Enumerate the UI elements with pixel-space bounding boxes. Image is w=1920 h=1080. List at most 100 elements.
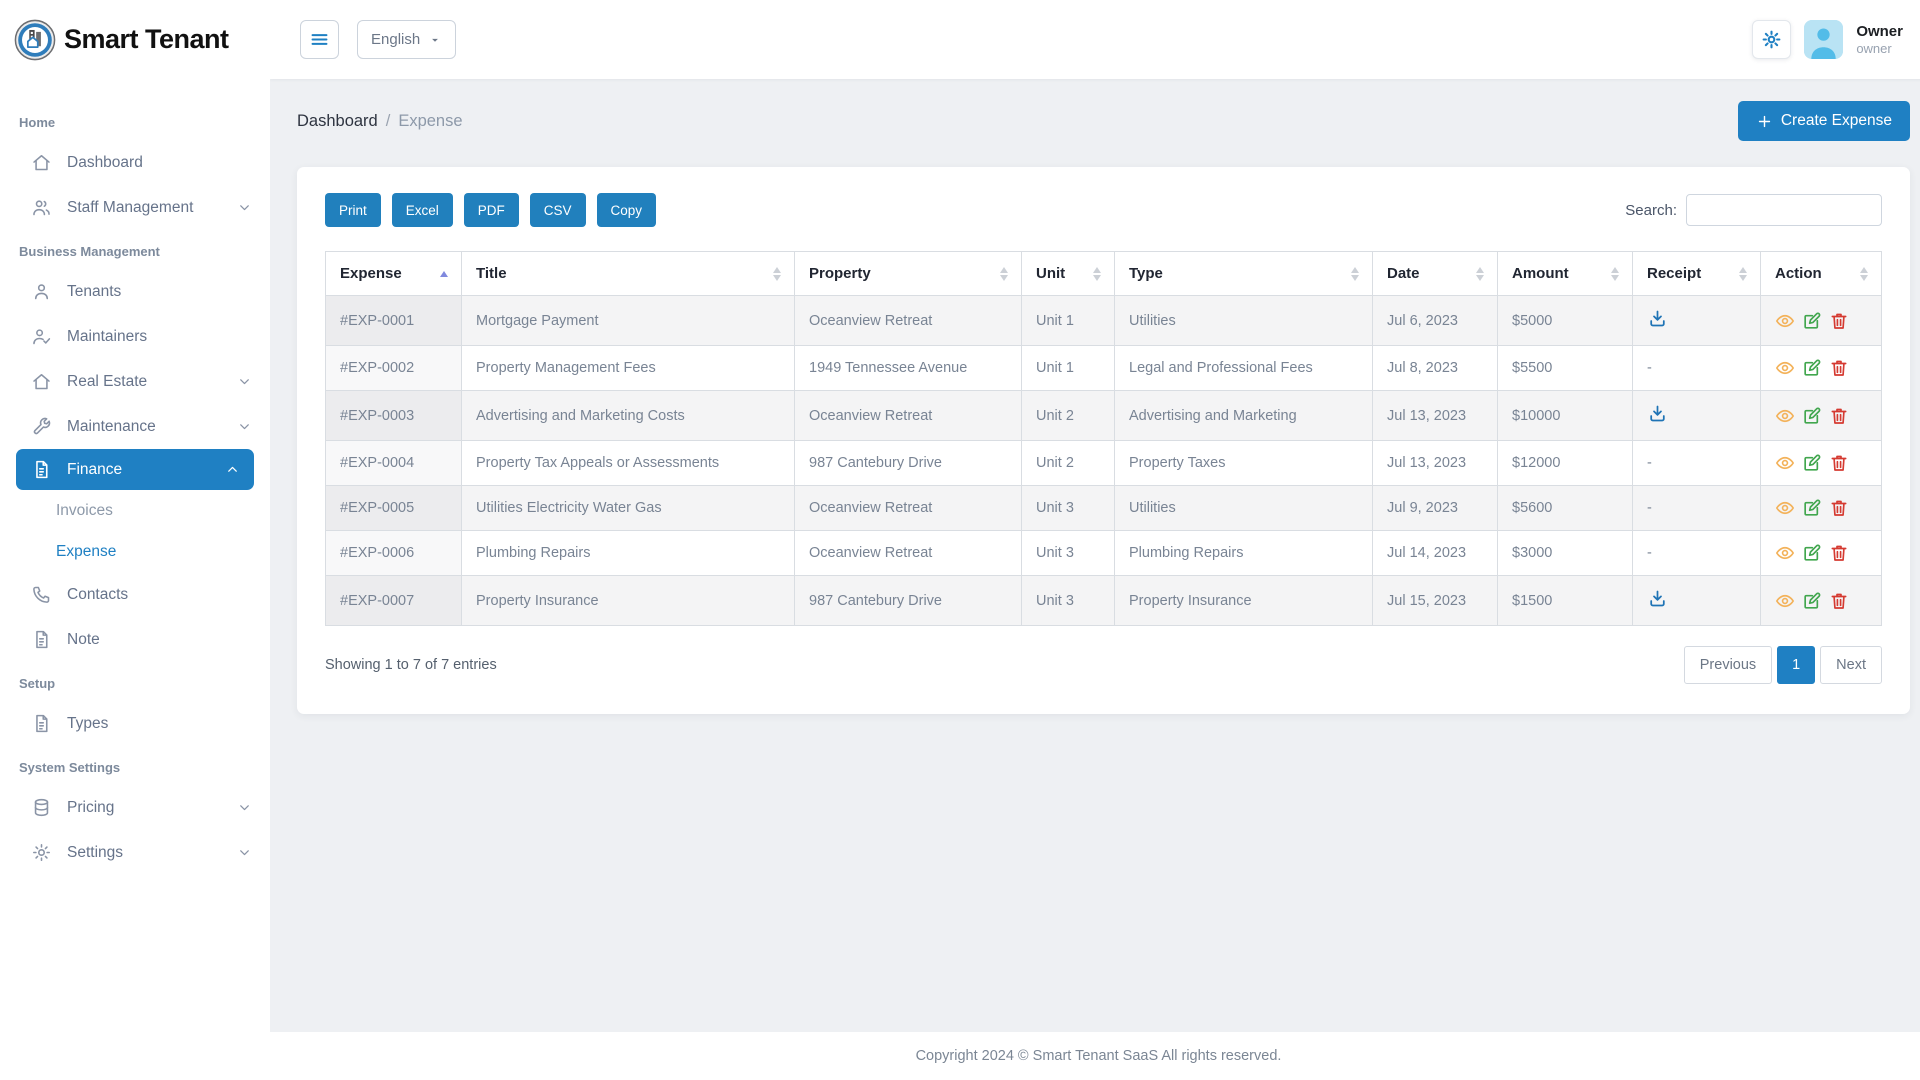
column-header-date[interactable]: Date (1372, 251, 1498, 296)
edit-expense-button[interactable] (1802, 591, 1822, 611)
previous-page-button[interactable]: Previous (1683, 646, 1773, 684)
view-expense-button[interactable] (1775, 543, 1795, 563)
gear-icon (31, 842, 52, 863)
sidebar-item-label: Dashboard (67, 153, 143, 171)
column-header-unit[interactable]: Unit (1021, 251, 1115, 296)
sort-icon (1350, 266, 1360, 281)
edit-expense-button[interactable] (1802, 311, 1822, 331)
sidebar-toggle-button[interactable] (300, 20, 339, 59)
view-expense-button[interactable] (1775, 498, 1795, 518)
column-label: Expense (340, 265, 402, 282)
pdf-export-button[interactable]: PDF (463, 193, 519, 227)
download-receipt-button[interactable] (1647, 588, 1668, 609)
page-1-button[interactable]: 1 (1777, 646, 1816, 684)
sidebar-item-dashboard[interactable]: Dashboard (0, 140, 270, 185)
date-cell: Jul 9, 2023 (1372, 485, 1498, 531)
amount-cell: $12000 (1497, 440, 1633, 486)
brand-logo[interactable]: Smart Tenant (0, 0, 270, 79)
sidebar-item-label: Finance (67, 460, 123, 478)
delete-expense-button[interactable] (1829, 453, 1849, 473)
download-receipt-button[interactable] (1647, 403, 1668, 424)
download-icon (1650, 310, 1665, 327)
sidebar-item-settings[interactable]: Settings (0, 830, 270, 875)
table-row: #EXP-0003 Advertising and Marketing Costs… (325, 390, 1882, 441)
column-header-action[interactable]: Action (1760, 251, 1882, 296)
column-header-property[interactable]: Property (794, 251, 1022, 296)
column-header-title[interactable]: Title (461, 251, 795, 296)
copyright-text: Copyright 2024 © Smart Tenant SaaS All r… (915, 1048, 1282, 1064)
column-header-type[interactable]: Type (1114, 251, 1373, 296)
title-cell: Advertising and Marketing Costs (461, 390, 795, 441)
title-cell: Property Insurance (461, 575, 795, 626)
trash-icon (1831, 455, 1847, 471)
type-cell: Property Insurance (1114, 575, 1373, 626)
print-export-button[interactable]: Print (325, 193, 381, 227)
trash-icon (1831, 313, 1847, 329)
delete-expense-button[interactable] (1829, 311, 1849, 331)
property-cell: Oceanview Retreat (794, 295, 1022, 346)
sidebar-item-label: Settings (67, 843, 124, 861)
delete-expense-button[interactable] (1829, 591, 1849, 611)
settings-button[interactable] (1752, 20, 1792, 59)
receipt-cell: - (1632, 345, 1761, 391)
user-avatar[interactable] (1804, 20, 1844, 59)
column-header-receipt[interactable]: Receipt (1632, 251, 1761, 296)
column-label: Unit (1036, 265, 1066, 282)
edit-expense-button[interactable] (1802, 358, 1822, 378)
edit-expense-button[interactable] (1802, 453, 1822, 473)
delete-expense-button[interactable] (1829, 358, 1849, 378)
chevron-down-icon (237, 845, 252, 860)
view-expense-button[interactable] (1775, 453, 1795, 473)
wrench-icon (33, 417, 51, 435)
search-input[interactable] (1686, 194, 1882, 226)
download-receipt-button[interactable] (1647, 308, 1668, 329)
sort-icon (772, 266, 782, 281)
sidebar-item-label: Tenants (67, 282, 122, 300)
sort-icon (1092, 266, 1102, 281)
create-expense-button[interactable]: Create Expense (1737, 101, 1910, 141)
sidebar-section-label: Setup (19, 676, 56, 691)
delete-expense-button[interactable] (1829, 543, 1849, 563)
sidebar-item-label: Pricing (67, 798, 115, 816)
expense-table: Expense Title Property Unit Type Date Amount Re… (325, 251, 1882, 626)
delete-expense-button[interactable] (1829, 498, 1849, 518)
sidebar-item-expense[interactable]: Expense (0, 531, 270, 572)
amount-cell: $1500 (1497, 575, 1633, 626)
sidebar-item-contacts[interactable]: Contacts (0, 572, 270, 617)
edit-expense-button[interactable] (1802, 498, 1822, 518)
sidebar-item-pricing[interactable]: Pricing (0, 785, 270, 830)
view-expense-button[interactable] (1775, 406, 1795, 426)
file-icon (36, 460, 48, 479)
sidebar-item-real-estate[interactable]: Real Estate (0, 359, 270, 404)
sidebar: Smart Tenant Home Dashboard Staff Manageme… (0, 0, 270, 1080)
sidebar-item-types[interactable]: Types (0, 701, 270, 746)
sidebar-item-note[interactable]: Note (0, 617, 270, 662)
next-page-button[interactable]: Next (1820, 646, 1882, 684)
csv-export-button[interactable]: CSV (529, 193, 586, 227)
sidebar-item-maintenance[interactable]: Maintenance (0, 404, 270, 449)
date-cell: Jul 13, 2023 (1372, 390, 1498, 441)
expense-table-card: Print Excel PDF CSV Copy Search: Expense Titl… (297, 167, 1910, 714)
sidebar-item-invoices[interactable]: Invoices (0, 490, 270, 531)
trash-icon (1831, 593, 1847, 609)
copy-export-button[interactable]: Copy (596, 193, 657, 227)
expense-id-cell: #EXP-0006 (325, 530, 462, 576)
language-selector[interactable]: English (357, 20, 457, 59)
column-header-expense[interactable]: Expense (325, 251, 462, 296)
user-block[interactable]: Owner owner (1856, 23, 1903, 57)
sidebar-item-maintainers[interactable]: Maintainers (0, 314, 270, 359)
breadcrumb-dashboard-link[interactable]: Dashboard (297, 112, 378, 131)
excel-export-button[interactable]: Excel (391, 193, 453, 227)
view-expense-button[interactable] (1775, 358, 1795, 378)
sidebar-item-finance[interactable]: Finance (16, 449, 254, 490)
column-header-amount[interactable]: Amount (1497, 251, 1633, 296)
edit-expense-button[interactable] (1802, 406, 1822, 426)
sidebar-item-staff-management[interactable]: Staff Management (0, 185, 270, 230)
type-cell: Plumbing Repairs (1114, 530, 1373, 576)
view-expense-button[interactable] (1775, 311, 1795, 331)
delete-expense-button[interactable] (1829, 406, 1849, 426)
view-expense-button[interactable] (1775, 591, 1795, 611)
edit-expense-button[interactable] (1802, 543, 1822, 563)
sort-icon (1610, 266, 1620, 281)
sidebar-item-tenants[interactable]: Tenants (0, 269, 270, 314)
